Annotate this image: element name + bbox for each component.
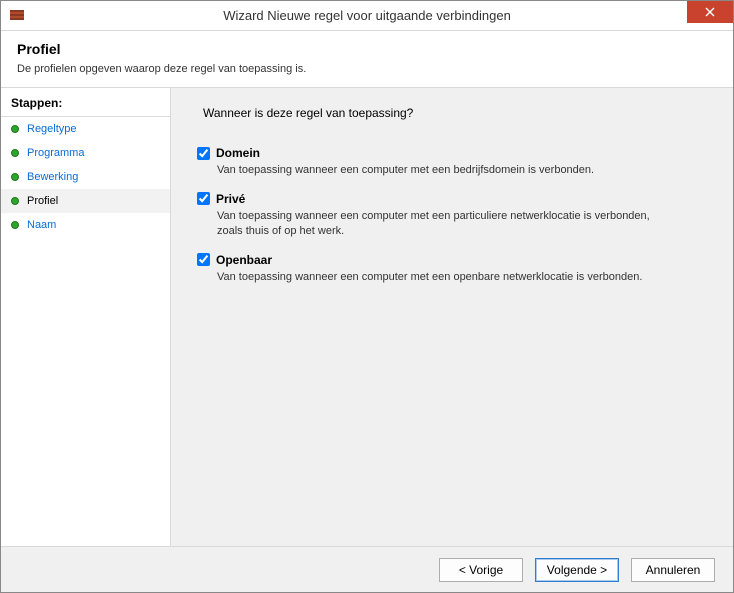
wizard-body: Stappen: Regeltype Programma Bewerking P… — [1, 88, 733, 585]
back-button[interactable]: < Vorige — [439, 558, 523, 582]
step-bullet-icon — [11, 125, 19, 133]
steps-heading: Stappen: — [1, 92, 170, 117]
option-prive: Privé Van toepassing wanneer een compute… — [197, 192, 707, 239]
page-title: Profiel — [17, 41, 717, 57]
checkbox-openbaar[interactable] — [197, 253, 210, 266]
next-button[interactable]: Volgende > — [535, 558, 619, 582]
option-domein: Domein Van toepassing wanneer een comput… — [197, 146, 707, 178]
step-label: Profiel — [27, 195, 58, 207]
wizard-window: Wizard Nieuwe regel voor uitgaande verbi… — [0, 0, 734, 593]
option-desc: Van toepassing wanneer een computer met … — [217, 163, 657, 178]
step-bullet-icon — [11, 149, 19, 157]
window-title: Wizard Nieuwe regel voor uitgaande verbi… — [223, 8, 511, 23]
step-naam[interactable]: Naam — [1, 213, 170, 237]
step-label: Programma — [27, 147, 84, 159]
option-label: Openbaar — [216, 253, 272, 267]
step-bullet-icon — [11, 173, 19, 181]
close-button[interactable] — [687, 1, 733, 23]
step-bullet-icon — [11, 197, 19, 205]
step-profiel[interactable]: Profiel — [1, 189, 170, 213]
option-desc: Van toepassing wanneer een computer met … — [217, 270, 657, 285]
page-subtitle: De profielen opgeven waarop deze regel v… — [17, 63, 717, 75]
option-desc: Van toepassing wanneer een computer met … — [217, 209, 657, 239]
step-regeltype[interactable]: Regeltype — [1, 117, 170, 141]
question-text: Wanneer is deze regel van toepassing? — [203, 106, 707, 120]
step-programma[interactable]: Programma — [1, 141, 170, 165]
firewall-icon — [9, 7, 25, 23]
step-label: Naam — [27, 219, 56, 231]
step-label: Regeltype — [27, 123, 77, 135]
cancel-button[interactable]: Annuleren — [631, 558, 715, 582]
step-bewerking[interactable]: Bewerking — [1, 165, 170, 189]
titlebar: Wizard Nieuwe regel voor uitgaande verbi… — [1, 1, 733, 31]
checkbox-prive[interactable] — [197, 192, 210, 205]
steps-sidebar: Stappen: Regeltype Programma Bewerking P… — [1, 88, 171, 585]
checkbox-domein[interactable] — [197, 147, 210, 160]
option-label: Privé — [216, 192, 245, 206]
option-openbaar: Openbaar Van toepassing wanneer een comp… — [197, 253, 707, 285]
wizard-main: Wanneer is deze regel van toepassing? Do… — [171, 88, 733, 585]
step-bullet-icon — [11, 221, 19, 229]
step-label: Bewerking — [27, 171, 78, 183]
option-label: Domein — [216, 146, 260, 160]
wizard-header: Profiel De profielen opgeven waarop deze… — [1, 31, 733, 88]
close-icon — [705, 7, 715, 17]
wizard-footer: < Vorige Volgende > Annuleren — [1, 546, 733, 592]
